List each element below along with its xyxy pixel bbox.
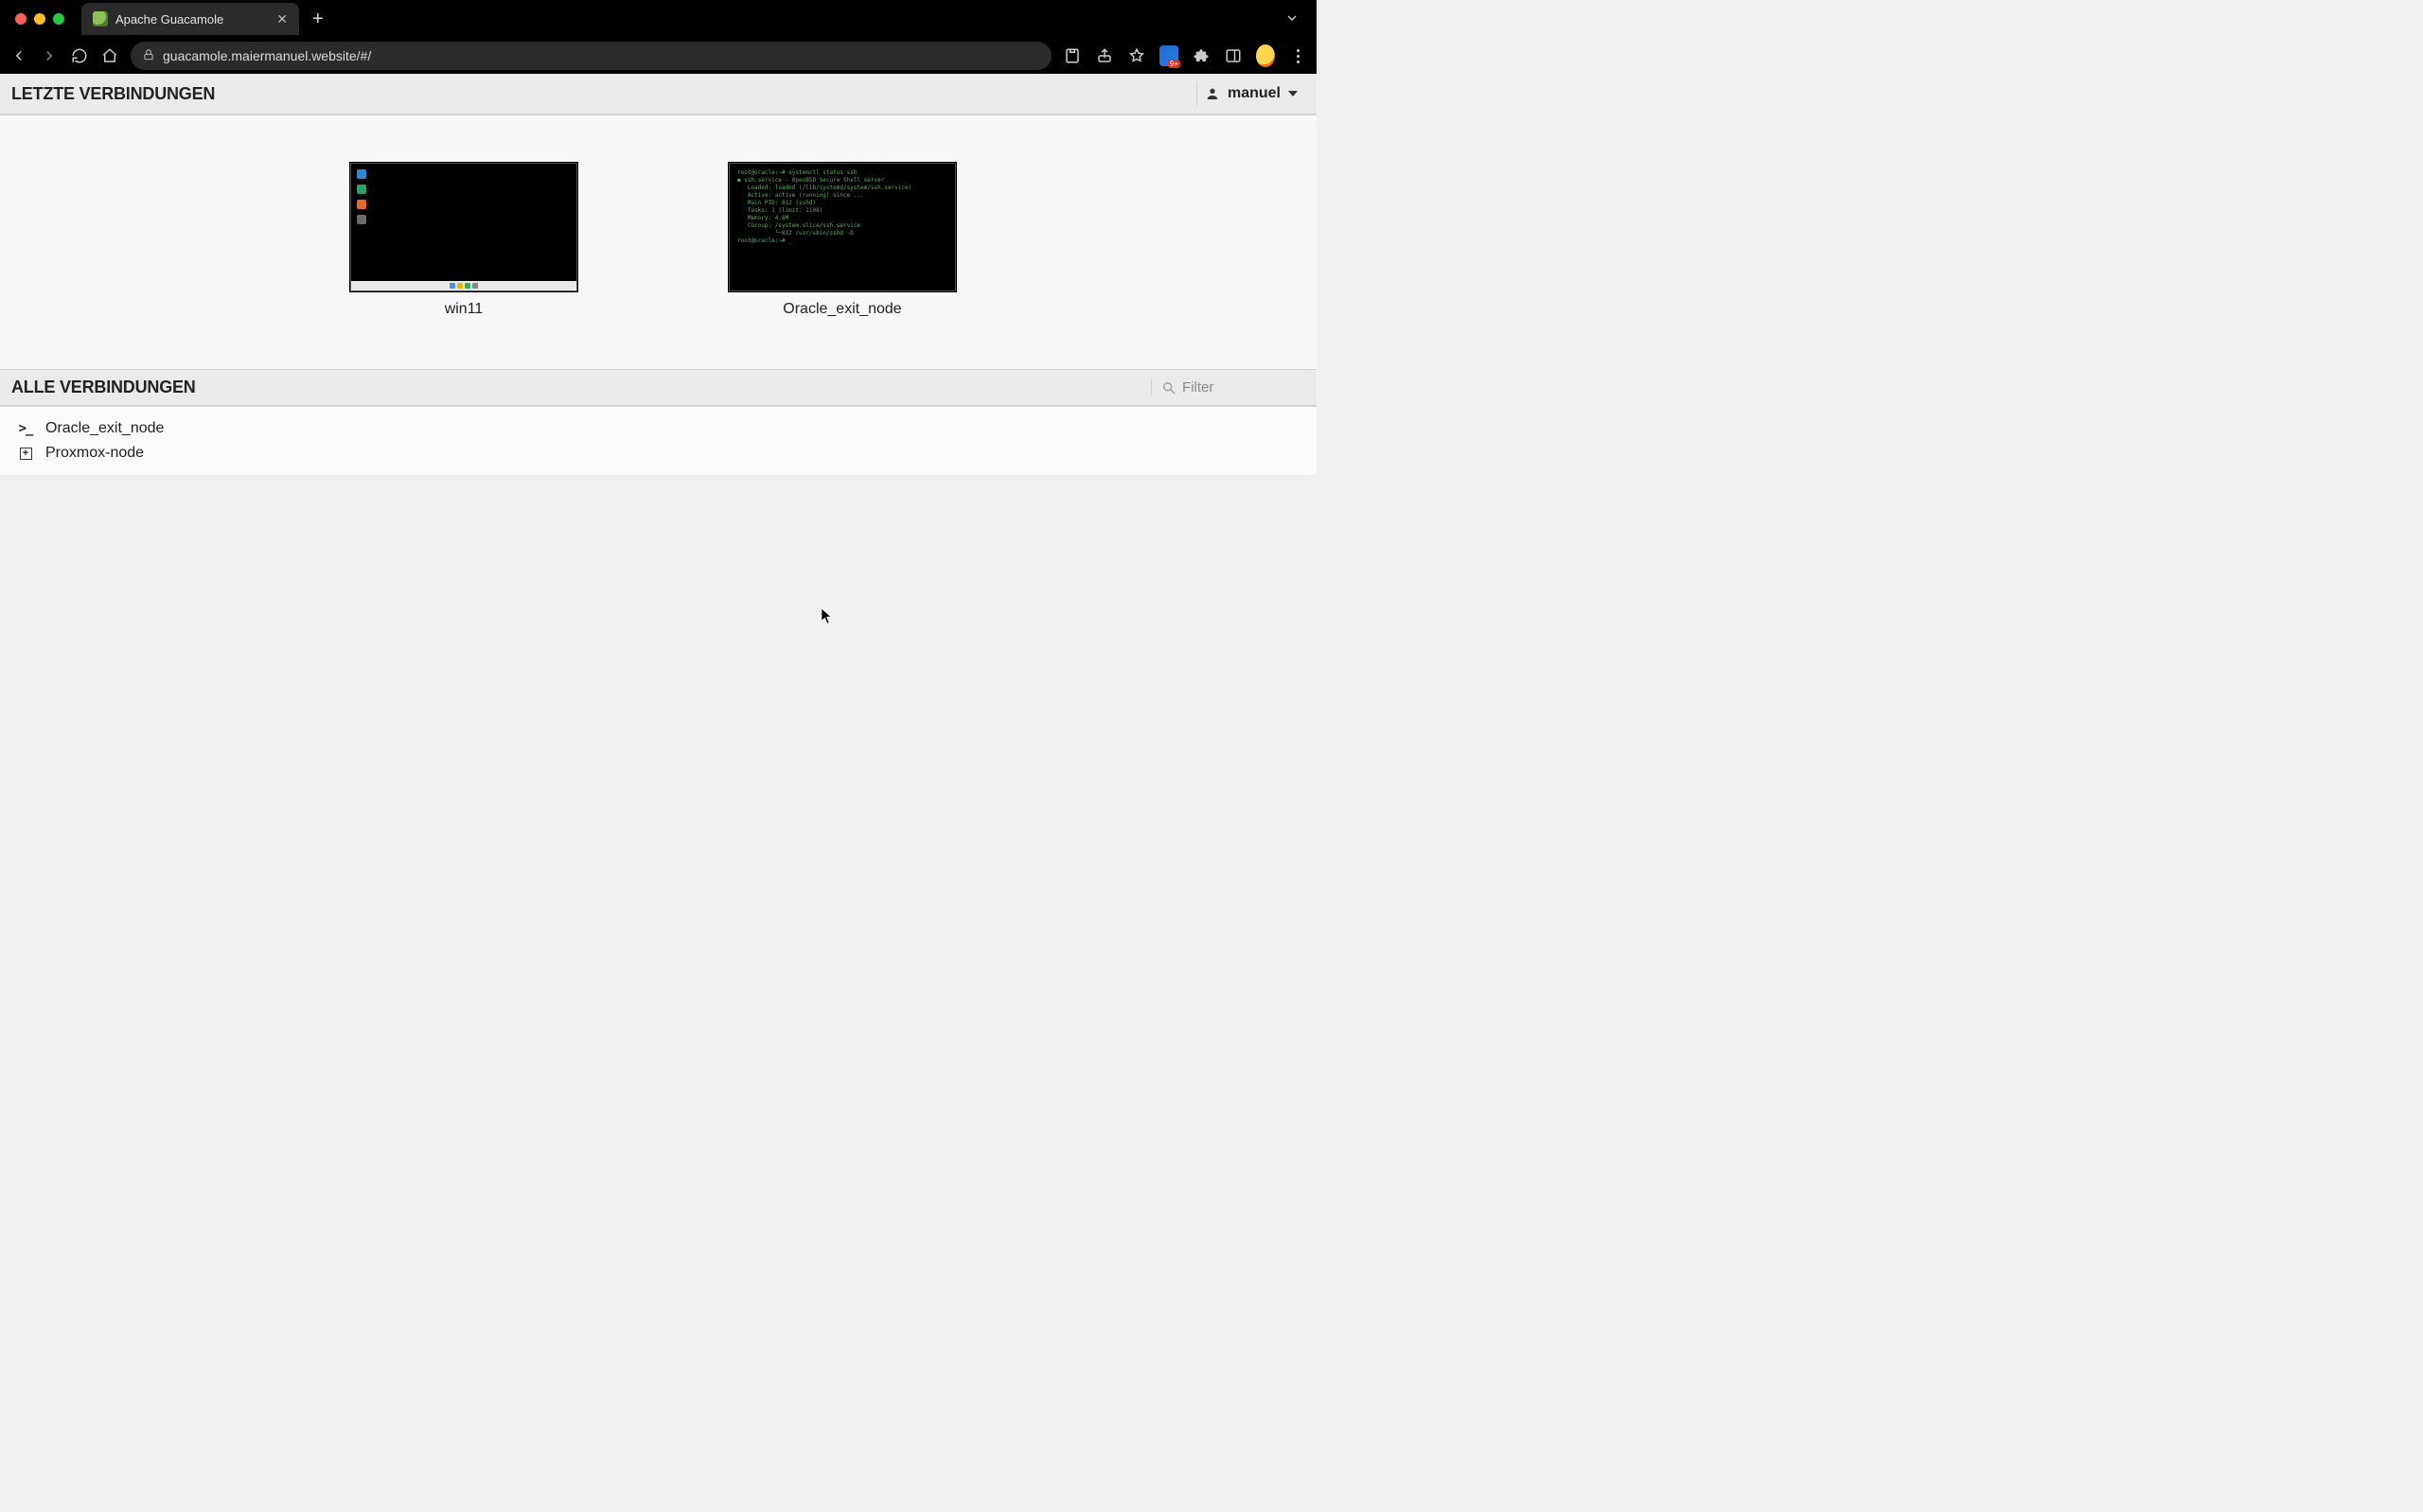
reload-button[interactable] xyxy=(70,46,89,65)
all-connections-title: ALLE VERBINDUNGEN xyxy=(11,378,196,397)
install-app-icon[interactable] xyxy=(1063,46,1082,65)
search-icon xyxy=(1161,380,1176,396)
username: manuel xyxy=(1228,85,1281,102)
profile-avatar[interactable] xyxy=(1256,46,1275,65)
window-maximize-button[interactable] xyxy=(53,13,64,25)
window-close-button[interactable] xyxy=(15,13,27,25)
expand-icon[interactable]: + xyxy=(17,447,34,460)
filter-input[interactable] xyxy=(1182,379,1305,396)
toolbar-right xyxy=(1063,46,1307,65)
all-connections-header: ALLE VERBINDUNGEN xyxy=(0,369,1317,407)
extensions-puzzle-icon[interactable] xyxy=(1192,46,1211,65)
tab-title: Apache Guacamole xyxy=(115,12,269,26)
window-minimize-button[interactable] xyxy=(34,13,45,25)
tabs-dropdown-icon[interactable] xyxy=(1284,10,1300,28)
user-icon xyxy=(1205,86,1220,101)
connection-label: Oracle_exit_node xyxy=(783,301,901,318)
recent-connections-title: LETZTE VERBINDUNGEN xyxy=(11,84,215,104)
browser-menu-icon[interactable] xyxy=(1288,46,1307,65)
nav-bar: guacamole.maiermanuel.website/#/ xyxy=(0,38,1317,74)
connection-item-label: Oracle_exit_node xyxy=(45,420,164,437)
guacamole-favicon-icon xyxy=(93,11,108,26)
thumbnail-win11 xyxy=(350,163,577,291)
url-text: guacamole.maiermanuel.website/#/ xyxy=(163,48,1040,63)
bookmark-star-icon[interactable] xyxy=(1127,46,1146,65)
new-tab-button[interactable]: + xyxy=(312,9,324,30)
tab-bar: Apache Guacamole ✕ + xyxy=(0,0,1317,38)
connection-label: win11 xyxy=(445,301,484,318)
lock-icon xyxy=(142,48,155,64)
caret-down-icon xyxy=(1288,91,1298,97)
connection-item-label: Proxmox-node xyxy=(45,445,144,462)
recent-connections-area: win11 root@oracle:~# systemctl status ss… xyxy=(0,115,1317,369)
user-menu[interactable]: manuel xyxy=(1196,81,1305,106)
browser-tab[interactable]: Apache Guacamole ✕ xyxy=(81,3,299,35)
close-tab-icon[interactable]: ✕ xyxy=(276,11,288,27)
recent-connection-oracle-exit-node[interactable]: root@oracle:~# systemctl status ssh ● ss… xyxy=(729,163,956,318)
extension-badge-icon[interactable] xyxy=(1159,46,1178,65)
connection-group-proxmox-node[interactable]: + Proxmox-node xyxy=(17,441,1300,466)
home-button[interactable] xyxy=(100,46,119,65)
sidepanel-icon[interactable] xyxy=(1224,46,1243,65)
connection-list: >_ Oracle_exit_node + Proxmox-node xyxy=(0,407,1317,475)
address-bar[interactable]: guacamole.maiermanuel.website/#/ xyxy=(131,42,1052,70)
filter-wrap xyxy=(1151,379,1305,396)
window-controls xyxy=(15,13,64,25)
recent-connections-header: LETZTE VERBINDUNGEN manuel xyxy=(0,74,1317,115)
terminal-icon: >_ xyxy=(17,422,34,435)
forward-button[interactable] xyxy=(40,46,59,65)
share-icon[interactable] xyxy=(1095,46,1114,65)
recent-connection-win11[interactable]: win11 xyxy=(350,163,577,318)
back-button[interactable] xyxy=(9,46,28,65)
browser-chrome: Apache Guacamole ✕ + xyxy=(0,0,1317,74)
thumbnail-oracle-exit-node: root@oracle:~# systemctl status ssh ● ss… xyxy=(729,163,956,291)
guacamole-app: LETZTE VERBINDUNGEN manuel win1 xyxy=(0,74,1317,822)
connection-item-oracle-exit-node[interactable]: >_ Oracle_exit_node xyxy=(17,416,1300,441)
